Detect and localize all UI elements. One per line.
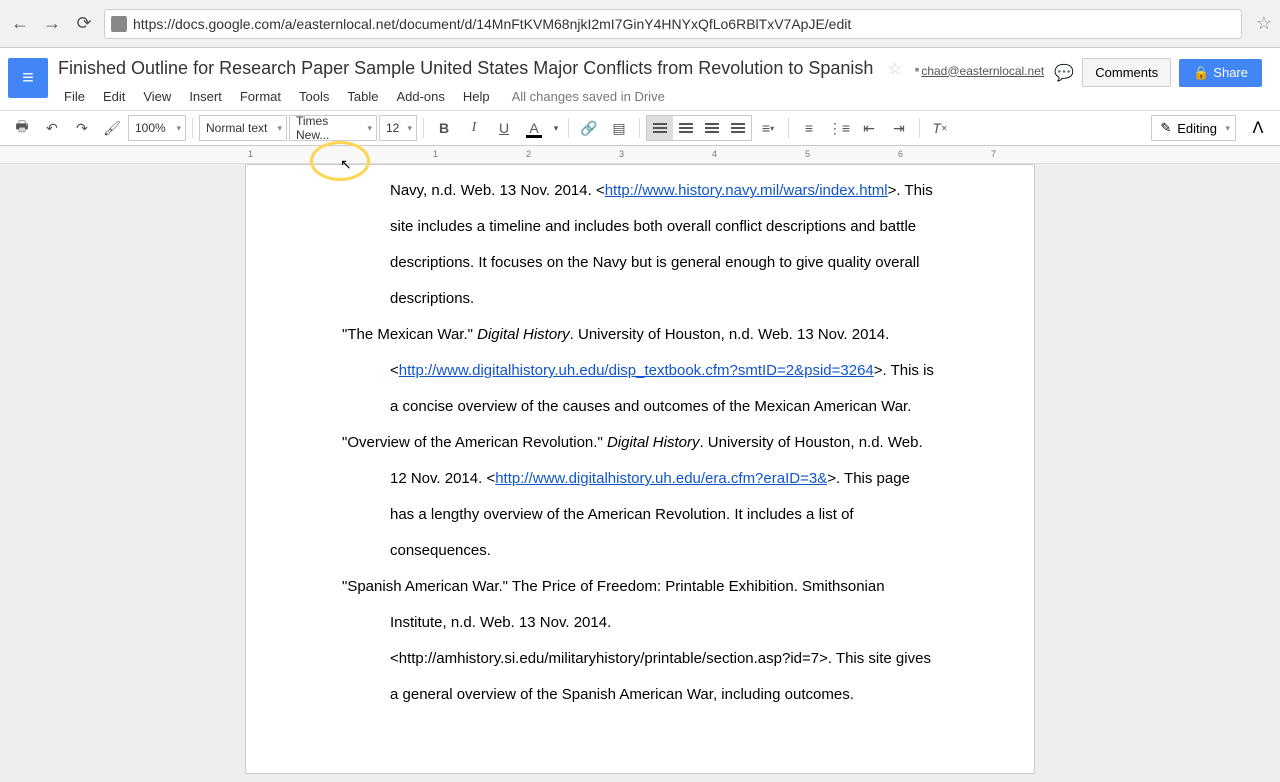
star-document-icon[interactable]: ☆: [888, 61, 902, 78]
site-icon: [111, 16, 127, 32]
menu-bar: File Edit View Insert Format Tools Table…: [56, 83, 921, 110]
align-right-button[interactable]: [699, 116, 725, 140]
cursor-icon: ↖: [340, 156, 352, 173]
bold-button[interactable]: B: [430, 114, 458, 142]
insert-link-button[interactable]: 🔗: [575, 114, 603, 142]
numbered-list-button[interactable]: ≡: [795, 114, 823, 142]
url-bar[interactable]: https://docs.google.com/a/easternlocal.n…: [104, 9, 1242, 39]
align-group: [646, 115, 752, 141]
editing-mode-select[interactable]: ✎ Editing: [1151, 115, 1236, 141]
share-button[interactable]: 🔒 Share: [1179, 59, 1262, 87]
insert-comment-button[interactable]: ▤: [605, 114, 633, 142]
separator: [423, 118, 424, 138]
link[interactable]: http://www.digitalhistory.uh.edu/disp_te…: [399, 362, 874, 379]
ruler-tick: 4: [712, 149, 717, 159]
document-canvas[interactable]: Navy, n.d. Web. 13 Nov. 2014. <http://ww…: [0, 164, 1280, 782]
paint-format-button[interactable]: 🖌: [98, 114, 126, 142]
menu-edit[interactable]: Edit: [95, 85, 133, 108]
comments-button[interactable]: Comments: [1082, 58, 1171, 87]
reload-button[interactable]: ⟳: [72, 12, 96, 36]
underline-button[interactable]: U: [490, 114, 518, 142]
menu-help[interactable]: Help: [455, 85, 498, 108]
clear-formatting-button[interactable]: T✕: [926, 114, 954, 142]
forward-button[interactable]: →: [40, 12, 64, 36]
align-center-button[interactable]: [673, 116, 699, 140]
ruler-tick: 1: [248, 149, 253, 159]
text-color-button[interactable]: A: [520, 114, 548, 142]
menu-insert[interactable]: Insert: [181, 85, 230, 108]
zoom-select[interactable]: 100%: [128, 115, 186, 141]
entry-text: "The Mexican War.": [342, 326, 477, 343]
align-center-icon: [679, 123, 693, 133]
text-color-dropdown[interactable]: ▾: [550, 114, 562, 142]
paragraph-style-select[interactable]: Normal text: [199, 115, 287, 141]
menu-file[interactable]: File: [56, 85, 93, 108]
redo-button[interactable]: ↷: [68, 114, 96, 142]
move-folder-icon[interactable]: ▪: [915, 61, 920, 77]
user-email[interactable]: chad@easternlocal.net: [921, 64, 1044, 78]
bookmark-star-icon[interactable]: ☆: [1256, 13, 1272, 34]
align-left-icon: [653, 123, 667, 133]
bibliography-entry[interactable]: "Overview of the American Revolution." D…: [342, 425, 938, 569]
menu-tools[interactable]: Tools: [291, 85, 337, 108]
bibliography-entry[interactable]: Navy, n.d. Web. 13 Nov. 2014. <http://ww…: [342, 165, 938, 317]
pencil-icon: ✎: [1160, 120, 1171, 136]
browser-toolbar: ← → ⟳ https://docs.google.com/a/easternl…: [0, 0, 1280, 48]
page[interactable]: Navy, n.d. Web. 13 Nov. 2014. <http://ww…: [245, 164, 1035, 774]
separator: [568, 118, 569, 138]
italic-button[interactable]: I: [460, 114, 488, 142]
ruler-tick: 3: [619, 149, 624, 159]
ruler[interactable]: 1 1 2 3 4 5 6 7 ↖: [0, 146, 1280, 164]
separator: [639, 118, 640, 138]
ruler-tick: 1: [433, 149, 438, 159]
align-left-button[interactable]: [647, 116, 673, 140]
back-button[interactable]: ←: [8, 12, 32, 36]
entry-text: >. This site includes a timeline and inc…: [390, 182, 933, 307]
editing-mode-label: Editing: [1177, 121, 1217, 136]
menu-addons[interactable]: Add-ons: [388, 85, 452, 108]
url-text: https://docs.google.com/a/easternlocal.n…: [133, 16, 851, 32]
increase-indent-button[interactable]: ⇥: [885, 114, 913, 142]
lock-icon: 🔒: [1193, 65, 1209, 81]
save-status: All changes saved in Drive: [512, 89, 665, 104]
line-spacing-button[interactable]: ≡▾: [754, 114, 782, 142]
align-right-icon: [705, 123, 719, 133]
link[interactable]: http://www.digitalhistory.uh.edu/era.cfm…: [495, 470, 827, 487]
entry-text: "Overview of the American Revolution.": [342, 434, 607, 451]
bibliography-entry[interactable]: "The Mexican War." Digital History. Univ…: [342, 317, 938, 425]
separator: [919, 118, 920, 138]
document-title[interactable]: Finished Outline for Research Paper Samp…: [56, 54, 875, 83]
undo-button[interactable]: ↶: [38, 114, 66, 142]
bulleted-list-button[interactable]: ⋮≡: [825, 114, 853, 142]
collapse-toolbar-button[interactable]: ᐱ: [1244, 114, 1272, 142]
ruler-tick: 7: [991, 149, 996, 159]
menu-table[interactable]: Table: [339, 85, 386, 108]
entry-italic: Digital History: [607, 434, 700, 451]
print-button[interactable]: 🖶: [8, 114, 36, 142]
format-toolbar: 🖶 ↶ ↷ 🖌 100% Normal text Times New... 12…: [0, 110, 1280, 146]
align-justify-button[interactable]: [725, 116, 751, 140]
bibliography-entry[interactable]: "Spanish American War." The Price of Fre…: [342, 569, 938, 713]
link[interactable]: http://www.history.navy.mil/wars/index.h…: [605, 182, 888, 199]
entry-text: "Spanish American War." The Price of Fre…: [342, 578, 931, 703]
docs-logo-icon[interactable]: ≡: [8, 58, 48, 98]
entry-text: Navy, n.d. Web. 13 Nov. 2014. <: [390, 182, 605, 199]
ruler-tick: 6: [898, 149, 903, 159]
menu-view[interactable]: View: [135, 85, 179, 108]
separator: [192, 118, 193, 138]
menu-format[interactable]: Format: [232, 85, 289, 108]
docs-header: ≡ Finished Outline for Research Paper Sa…: [0, 48, 1280, 110]
ruler-tick: 2: [526, 149, 531, 159]
align-justify-icon: [731, 123, 745, 133]
entry-italic: Digital History: [477, 326, 570, 343]
font-select[interactable]: Times New...: [289, 115, 377, 141]
chat-icon[interactable]: 💬: [1054, 63, 1074, 83]
ruler-tick: 5: [805, 149, 810, 159]
separator: [788, 118, 789, 138]
decrease-indent-button[interactable]: ⇤: [855, 114, 883, 142]
font-size-select[interactable]: 12: [379, 115, 417, 141]
share-label: Share: [1213, 65, 1248, 80]
